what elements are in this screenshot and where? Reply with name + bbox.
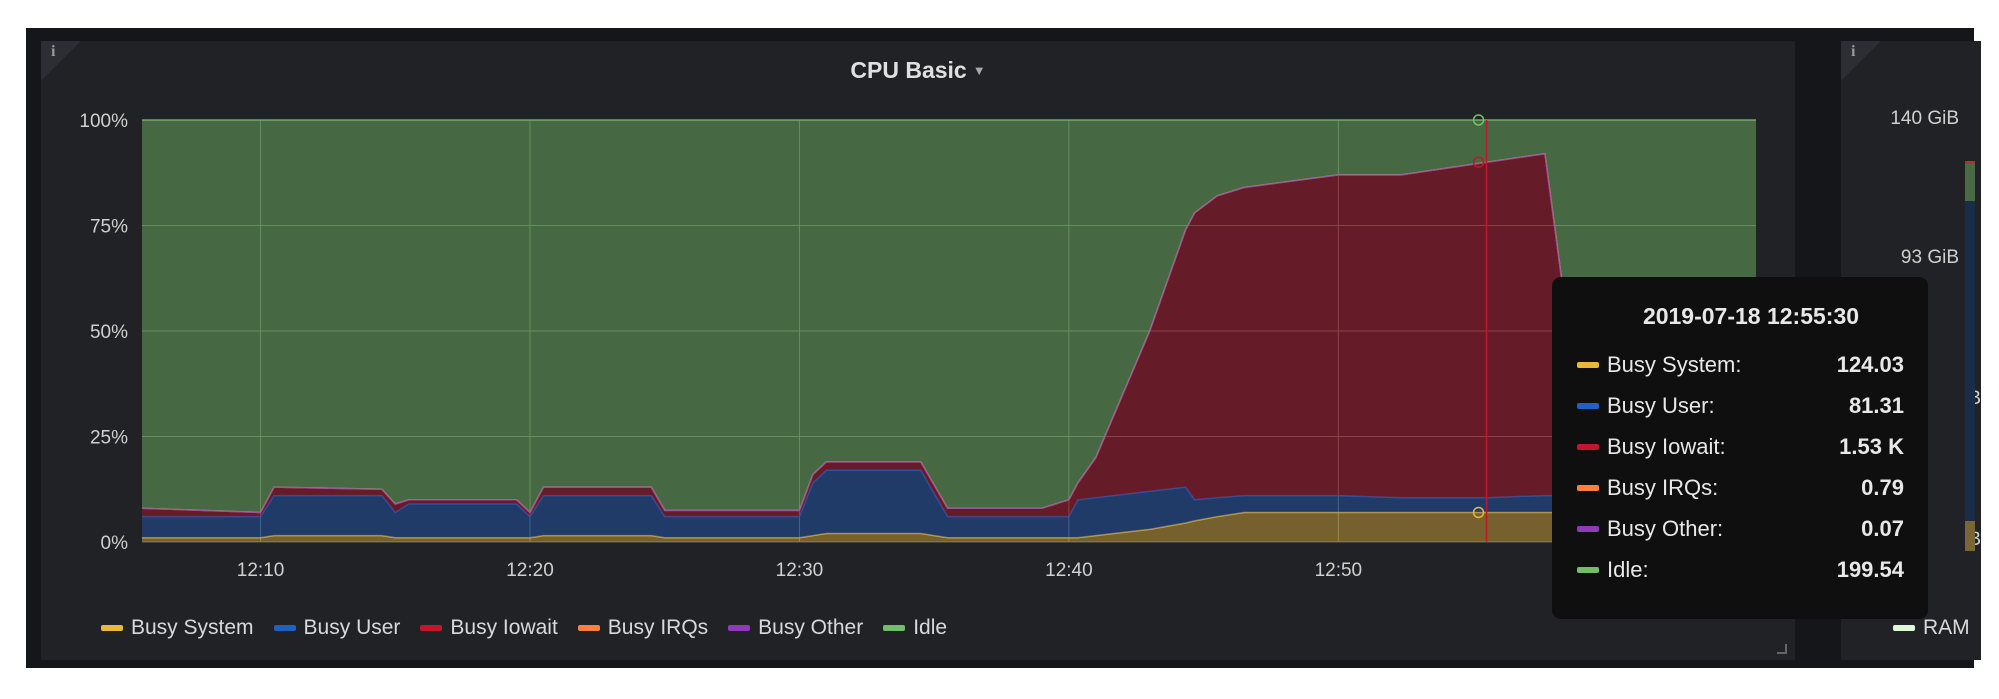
series-swatch bbox=[1577, 443, 1599, 450]
chart-legend: Busy System Busy User Busy Iowait Busy IRQs… bbox=[101, 616, 947, 640]
y-tick-label: 0% bbox=[101, 533, 129, 554]
legend-label: Busy Other bbox=[758, 616, 864, 639]
memory-series-strip bbox=[1965, 161, 1975, 204]
tooltip-label: Idle: bbox=[1607, 556, 1649, 582]
y-tick-label: 50% bbox=[90, 322, 128, 343]
hover-tooltip: 2019-07-18 12:55:30 Busy System: 124.03 Bu… bbox=[1552, 277, 1928, 619]
legend-swatch bbox=[577, 625, 600, 631]
cpu-basic-panel: i CPU Basic ▼ 0% 25% 50% 75% 100% 12:10 12:20 12… bbox=[41, 41, 1795, 660]
series-swatch bbox=[1577, 566, 1599, 573]
tooltip-row-system: Busy System: 124.03 bbox=[1552, 344, 1928, 385]
tooltip-row-user: Busy User: 81.31 bbox=[1552, 385, 1928, 426]
x-tick-label: 12:20 bbox=[506, 560, 554, 581]
y-tick-label: 100% bbox=[79, 111, 128, 132]
legend-label: Busy Iowait bbox=[450, 616, 558, 639]
tooltip-value: 124.03 bbox=[1836, 351, 1904, 377]
legend-swatch bbox=[728, 625, 751, 631]
tooltip-label: Busy System: bbox=[1607, 351, 1742, 377]
legend-item-irqs[interactable]: Busy IRQs bbox=[577, 616, 709, 640]
tooltip-label: Busy Other: bbox=[1607, 515, 1724, 541]
tooltip-value: 0.79 bbox=[1861, 474, 1904, 500]
legend-label: Busy IRQs bbox=[607, 616, 709, 639]
legend-swatch bbox=[420, 625, 443, 631]
tooltip-label: Busy IRQs: bbox=[1607, 474, 1719, 500]
tooltip-row-irqs: Busy IRQs: 0.79 bbox=[1552, 467, 1928, 508]
y-tick-label: 75% bbox=[90, 217, 128, 238]
y-tick-label: 140 GiB bbox=[1890, 108, 1959, 129]
tooltip-value: 1.53 K bbox=[1839, 433, 1904, 459]
legend-label: Idle bbox=[913, 616, 948, 639]
y-tick-label: 25% bbox=[90, 428, 128, 449]
series-swatch bbox=[1577, 484, 1599, 491]
tooltip-value: 0.07 bbox=[1861, 515, 1904, 541]
legend-swatch bbox=[1893, 625, 1915, 631]
info-icon[interactable]: i bbox=[1851, 43, 1855, 61]
legend-swatch bbox=[273, 625, 296, 631]
legend-label: RAM bbox=[1923, 616, 1970, 639]
memory-series-strip bbox=[1965, 201, 1975, 521]
legend-item-other[interactable]: Busy Other bbox=[728, 616, 863, 640]
tooltip-value: 81.31 bbox=[1848, 392, 1904, 418]
resize-handle-icon[interactable] bbox=[1777, 644, 1787, 654]
legend-item-ram[interactable]: RAM bbox=[1893, 616, 1970, 640]
x-tick-label: 12:10 bbox=[237, 560, 285, 581]
legend-item-user[interactable]: Busy User bbox=[273, 616, 401, 640]
tooltip-row-iowait: Busy Iowait: 1.53 K bbox=[1552, 426, 1928, 467]
series-swatch bbox=[1577, 402, 1599, 409]
tooltip-value: 199.54 bbox=[1836, 556, 1904, 582]
tooltip-label: Busy Iowait: bbox=[1607, 433, 1726, 459]
legend-item-iowait[interactable]: Busy Iowait bbox=[420, 616, 558, 640]
tooltip-row-idle: Idle: 199.54 bbox=[1552, 549, 1928, 590]
legend-label: Busy User bbox=[303, 616, 401, 639]
panel-info-corner[interactable]: i bbox=[1841, 41, 1881, 81]
legend-label: Busy System bbox=[131, 616, 254, 639]
cpu-chart[interactable]: 0% 25% 50% 75% 100% 12:10 12:20 12:30 12:40 12:50 bbox=[41, 41, 1795, 601]
x-tick-label: 12:50 bbox=[1315, 560, 1363, 581]
legend-item-system[interactable]: Busy System bbox=[101, 616, 254, 640]
memory-series-strip bbox=[1965, 521, 1975, 551]
legend-item-idle[interactable]: Idle bbox=[883, 616, 947, 640]
series-swatch bbox=[1577, 361, 1599, 368]
legend-swatch bbox=[101, 625, 123, 631]
tooltip-label: Busy User: bbox=[1607, 392, 1715, 418]
dashboard-frame: i CPU Basic ▼ 0% 25% 50% 75% 100% 12:10 12:20 12… bbox=[26, 28, 1981, 668]
series-swatch bbox=[1577, 525, 1599, 532]
y-tick-label: 93 GiB bbox=[1900, 247, 1959, 268]
x-tick-label: 12:30 bbox=[776, 560, 824, 581]
tooltip-row-other: Busy Other: 0.07 bbox=[1552, 508, 1928, 549]
x-tick-label: 12:40 bbox=[1045, 560, 1093, 581]
tooltip-time: 2019-07-18 12:55:30 bbox=[1642, 303, 1860, 329]
legend-swatch bbox=[883, 625, 906, 631]
